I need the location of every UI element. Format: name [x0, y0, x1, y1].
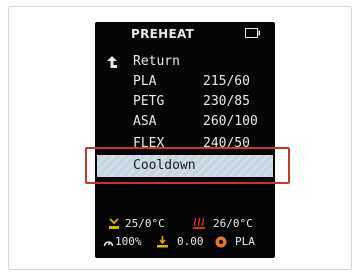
filament-spool-icon — [215, 236, 227, 248]
menu-item-label: PETG — [133, 94, 165, 109]
filament-material-value: PLA — [235, 235, 255, 248]
menu-item-petg[interactable]: PETG 230/85 — [95, 92, 275, 112]
menu-item-label: PLA — [133, 74, 157, 89]
bed-temp-value: 25/0°C — [125, 217, 165, 230]
highlight-annotation-box — [85, 147, 290, 184]
menu-item-asa[interactable]: ASA 260/100 — [95, 112, 275, 132]
menu-item-pla[interactable]: PLA 215/60 — [95, 72, 275, 92]
fan-speed-value: 100% — [115, 235, 142, 248]
menu-item-label: Return — [133, 54, 180, 69]
z-offset-icon — [157, 236, 168, 248]
menu-item-value: 260/100 — [203, 114, 258, 129]
printer-lcd-screen: PREHEAT Return PLA 215/60 PETG 230/85 AS… — [95, 22, 275, 258]
hotend-temp-value: 26/0°C — [213, 217, 253, 230]
fan-speed-icon — [103, 241, 114, 247]
z-offset-value: 0.00 — [177, 235, 204, 248]
menu-item-value: 215/60 — [203, 74, 250, 89]
menu-item-value: 230/85 — [203, 94, 250, 109]
menu-item-return[interactable]: Return — [95, 52, 275, 72]
bed-temp-icon — [109, 218, 119, 229]
hotend-temp-icon — [193, 217, 205, 229]
page-title: PREHEAT — [131, 27, 195, 41]
menu-item-label: ASA — [133, 114, 157, 129]
return-arrow-icon — [107, 56, 117, 68]
sd-card-icon — [245, 28, 260, 38]
